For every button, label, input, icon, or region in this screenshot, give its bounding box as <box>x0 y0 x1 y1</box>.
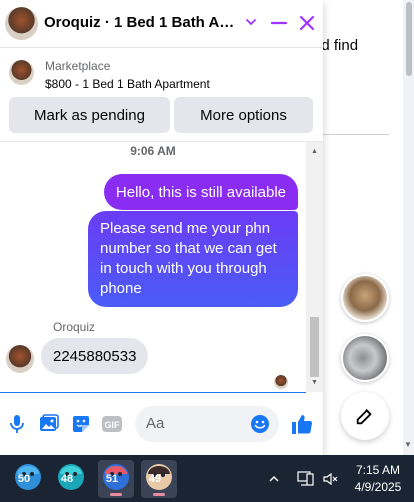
scroll-up-arrow[interactable]: ▲ <box>311 148 318 155</box>
attach-photo-button[interactable] <box>38 413 60 435</box>
volume-tray-button[interactable] <box>322 470 340 488</box>
chat-title[interactable]: Oroquiz · 1 Bed 1 Bath Apa... <box>44 14 239 31</box>
sender-avatar[interactable] <box>6 345 34 373</box>
contact-avatar[interactable] <box>5 7 38 40</box>
outgoing-message[interactable]: Hello, this is still available <box>103 174 298 210</box>
clock-date: 4/9/2025 <box>354 480 402 494</box>
outgoing-message[interactable]: Please send me your phn number so that w… <box>88 211 298 307</box>
network-tray-button[interactable] <box>297 470 315 488</box>
composer-focus-line <box>0 392 306 393</box>
message-list: 9:06 AM Hello, this is still available P… <box>0 142 306 392</box>
page-scroll-down-arrow[interactable]: ▼ <box>404 440 412 449</box>
chat-scrollbar[interactable]: ▲ ▼ <box>306 142 323 392</box>
chat-scrollbar-thumb[interactable] <box>310 317 319 377</box>
svg-text:GIF: GIF <box>105 420 121 430</box>
microphone-icon <box>10 415 24 433</box>
active-indicator <box>110 493 122 496</box>
chat-head-apartment-1[interactable] <box>341 274 389 322</box>
active-indicator <box>153 493 165 496</box>
page-scrollbar-thumb[interactable] <box>406 2 412 76</box>
system-clock[interactable]: 7:15 AM 4/9/2025 <box>349 462 407 496</box>
new-message-button[interactable] <box>341 392 389 440</box>
gif-icon: GIF <box>102 416 122 432</box>
microphone-button[interactable] <box>6 413 28 435</box>
listing-source-label: Marketplace <box>45 59 111 73</box>
taskbar-app[interactable]: 48 <box>53 460 89 498</box>
message-composer: GIF Aa <box>0 396 323 454</box>
sender-name: Oroquiz <box>53 320 96 334</box>
mark-as-pending-button[interactable]: Mark as pending <box>9 97 170 133</box>
photo-icon <box>40 414 59 431</box>
close-icon[interactable] <box>297 13 317 33</box>
incoming-message[interactable]: 2245880533 <box>41 338 149 374</box>
listing-thumbnail <box>9 60 34 85</box>
more-options-button[interactable]: More options <box>174 97 313 133</box>
taskbar-app[interactable]: 50 <box>10 460 46 498</box>
message-input-placeholder: Aa <box>146 415 165 432</box>
volume-muted-icon <box>323 472 338 486</box>
thumbs-up-icon[interactable] <box>290 412 314 436</box>
listing-description: $800 - 1 Bed 1 Bath Apartment <box>45 77 210 91</box>
taskbar-app-active[interactable]: 49 <box>141 460 177 498</box>
taskbar-app-label: 48 <box>60 473 74 485</box>
compose-icon <box>356 408 372 425</box>
minimize-icon[interactable] <box>270 13 288 33</box>
sticker-icon <box>73 416 89 432</box>
chat-header[interactable]: Oroquiz · 1 Bed 1 Bath Apa... <box>0 0 323 48</box>
chevron-up-icon <box>269 475 279 482</box>
computer-network-icon <box>297 471 314 486</box>
message-timestamp: 9:06 AM <box>130 144 176 158</box>
chevron-down-icon[interactable] <box>244 15 258 29</box>
show-hidden-icons-button[interactable] <box>265 470 283 488</box>
chat-head-apartment-2[interactable] <box>341 334 389 382</box>
background-divider <box>313 134 389 135</box>
chat-window: Oroquiz · 1 Bed 1 Bath Apa... Marketplac… <box>0 0 323 455</box>
scroll-down-arrow[interactable]: ▼ <box>311 379 318 386</box>
taskbar-app-label: 50 <box>17 473 31 485</box>
taskbar-app-label: 49 <box>148 473 162 485</box>
sticker-button[interactable] <box>70 413 92 435</box>
marketplace-listing[interactable]: Marketplace $800 - 1 Bed 1 Bath Apartmen… <box>0 49 323 95</box>
taskbar-app-active[interactable]: 51 <box>98 460 134 498</box>
gif-button[interactable]: GIF <box>101 413 123 435</box>
taskbar-app-label: 51 <box>105 473 119 485</box>
emoji-icon[interactable] <box>250 414 270 434</box>
seen-indicator-avatar <box>274 375 288 389</box>
clock-time: 7:15 AM <box>355 463 401 477</box>
